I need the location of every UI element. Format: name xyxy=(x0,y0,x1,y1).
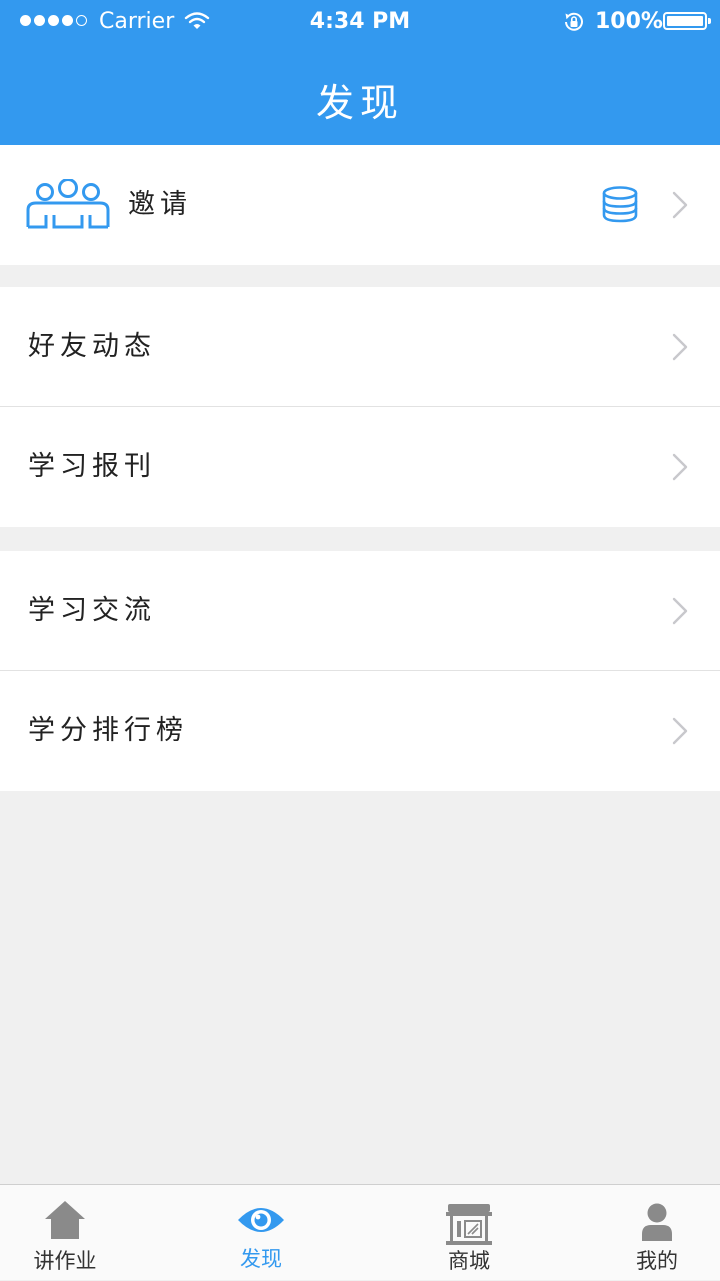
list-item-label: 学习报刊 xyxy=(28,451,156,482)
top-bar: Carrier 4:34 PM 100% 发现 xyxy=(0,0,720,145)
chevron-right-icon xyxy=(672,717,688,749)
tab-label: 商城 xyxy=(448,1249,490,1273)
battery-icon xyxy=(663,12,711,30)
list-item-study-journal[interactable]: 学习报刊 xyxy=(0,407,720,527)
coins-stack-icon xyxy=(600,185,640,229)
chevron-right-icon xyxy=(672,191,688,223)
tab-homework[interactable]: 讲作业 xyxy=(0,1185,155,1281)
tab-discover[interactable]: 发现 xyxy=(171,1185,351,1281)
tab-label: 发现 xyxy=(240,1247,282,1271)
tab-bar: 讲作业 发现 商城 我的 xyxy=(0,1184,720,1280)
battery-percentage: 100% xyxy=(595,9,663,34)
tab-store[interactable]: 商城 xyxy=(379,1185,559,1281)
chevron-right-icon xyxy=(672,333,688,365)
tab-label: 讲作业 xyxy=(33,1249,97,1273)
tab-me[interactable]: 我的 xyxy=(567,1185,720,1281)
invite-label: 邀请 xyxy=(128,189,192,220)
list-item-label: 学习交流 xyxy=(28,595,156,626)
chevron-right-icon xyxy=(672,597,688,629)
status-bar: Carrier 4:34 PM 100% xyxy=(0,0,720,44)
tab-label: 我的 xyxy=(636,1249,678,1273)
list-item-label: 好友动态 xyxy=(28,331,156,362)
user-icon xyxy=(567,1203,720,1241)
list-item-friend-feed[interactable]: 好友动态 xyxy=(0,287,720,407)
page-title: 发现 xyxy=(315,81,404,125)
eye-icon xyxy=(171,1203,351,1237)
study-section: 学习交流 学分排行榜 xyxy=(0,551,720,791)
rotation-lock-icon xyxy=(562,11,586,37)
people-group-icon xyxy=(26,178,110,237)
home-icon xyxy=(0,1199,155,1241)
social-section: 好友动态 学习报刊 xyxy=(0,287,720,527)
chevron-right-icon xyxy=(672,453,688,485)
list-item-label: 学分排行榜 xyxy=(28,715,188,746)
store-icon xyxy=(379,1203,559,1245)
list-item-credit-ranking[interactable]: 学分排行榜 xyxy=(0,671,720,791)
list-item-study-exchange[interactable]: 学习交流 xyxy=(0,551,720,671)
